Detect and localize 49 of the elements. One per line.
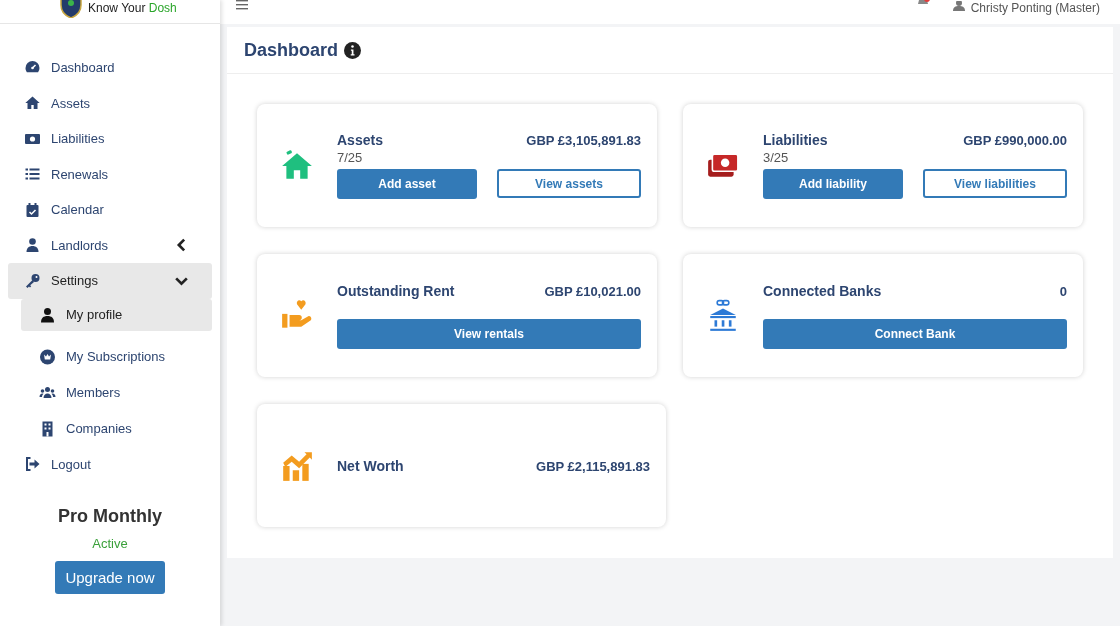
card-amount: GBP £2,115,891.83 (536, 458, 650, 474)
card-title: Connected Banks (763, 282, 882, 299)
plan-status: Active (92, 536, 128, 551)
card-button[interactable]: View assets (497, 169, 641, 198)
user-icon (952, 1, 965, 11)
card-amount: GBP £10,021.00 (544, 283, 641, 299)
upgrade-button[interactable]: Upgrade now (55, 561, 165, 594)
key-icon (24, 272, 41, 289)
card-title: Assets (337, 132, 383, 148)
card-amount: GBP £990,000.00 (963, 133, 1067, 148)
user-name[interactable]: Christy Ponting (Master) (970, 1, 1100, 15)
sidebar-item[interactable]: Members (21, 374, 212, 411)
card-amount: GBP £3,105,891.83 (526, 133, 641, 148)
shield-logo-icon (60, 0, 82, 18)
card-button[interactable]: Add asset (337, 169, 477, 199)
card-count: 7/25 (337, 150, 364, 165)
sidebar-item[interactable]: Dashboard (8, 50, 212, 86)
plan-name: Pro Monthly (58, 506, 162, 527)
card-button[interactable]: Connect Bank (763, 318, 1067, 349)
person-icon (39, 306, 56, 323)
list-icon (24, 166, 41, 183)
sidebar-item[interactable]: Liabilities (8, 121, 212, 157)
card-button[interactable]: View liabilities (923, 169, 1067, 198)
card-button[interactable]: Add liability (763, 169, 903, 199)
sidebar-item[interactable]: Companies (21, 410, 212, 447)
house-icon (24, 95, 41, 112)
card-button[interactable]: View rentals (337, 318, 641, 349)
logout-icon (24, 456, 41, 473)
menu-icon[interactable] (236, 0, 248, 10)
brand-name: Know Your Dosh (88, 1, 177, 15)
people-icon (39, 384, 56, 401)
card-count: 3/25 (763, 150, 790, 165)
crown-icon (39, 348, 56, 365)
person-icon (24, 237, 41, 254)
calendar-icon (24, 201, 41, 218)
sidebar-item[interactable]: My profile (21, 298, 212, 331)
sidebar-item[interactable]: Settings (8, 263, 212, 299)
card-title: Liabilities (763, 132, 828, 148)
info-icon[interactable] (344, 41, 362, 59)
sidebar-item[interactable]: My Subscriptions (21, 338, 212, 375)
card-amount: 0 (1059, 283, 1067, 299)
sidebar-item[interactable]: Renewals (8, 156, 212, 192)
sidebar-item[interactable]: Assets (8, 85, 212, 121)
card-title: Net Worth (337, 457, 404, 474)
card-title: Outstanding Rent (337, 282, 455, 299)
page-title: Dashboard (244, 39, 339, 61)
sidebar-item[interactable]: Landlords (8, 227, 212, 263)
sidebar-item[interactable]: Logout (8, 446, 212, 482)
sidebar-item[interactable]: Calendar (8, 192, 212, 228)
